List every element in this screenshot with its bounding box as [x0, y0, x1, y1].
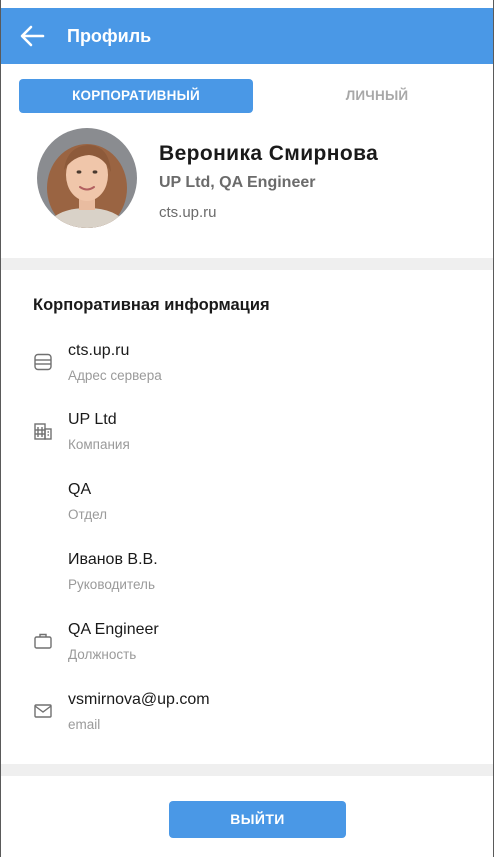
server-icon	[33, 352, 53, 372]
server-label: Адрес сервера	[68, 368, 162, 383]
profile-screen: Профиль КОРПОРАТИВНЫЙ ЛИЧНЫЙ Вероника См…	[0, 0, 494, 857]
position-label: Должность	[68, 647, 137, 662]
avatar	[37, 128, 137, 228]
profile-tabs: КОРПОРАТИВНЫЙ ЛИЧНЫЙ	[1, 64, 493, 124]
tab-personal[interactable]: ЛИЧНЫЙ	[277, 79, 477, 113]
field-server: cts.up.ru Адрес сервера	[1, 342, 493, 402]
arrow-left-icon[interactable]	[19, 24, 45, 48]
app-bar: Профиль	[1, 8, 493, 64]
profile-server: cts.up.ru	[159, 204, 217, 221]
email-label: email	[68, 717, 101, 732]
field-company: UP Ltd Компания	[1, 411, 493, 471]
divider	[1, 764, 493, 776]
tab-corporate[interactable]: КОРПОРАТИВНЫЙ	[19, 79, 253, 113]
briefcase-icon	[33, 631, 53, 651]
mail-icon	[33, 701, 53, 721]
section-title: Корпоративная информация	[33, 296, 270, 314]
logout-button[interactable]: ВЫЙТИ	[169, 801, 346, 838]
field-department: QA Отдел	[1, 481, 493, 541]
company-label: Компания	[68, 437, 130, 452]
profile-job: UP Ltd, QA Engineer	[159, 174, 316, 191]
server-value: cts.up.ru	[68, 342, 130, 359]
email-value[interactable]: vsmirnova@up.com	[68, 691, 210, 709]
department-label: Отдел	[68, 507, 108, 522]
position-value: QA Engineer	[68, 621, 159, 638]
page-title: Профиль	[67, 26, 152, 46]
field-manager: Иванов В.В. Руководитель	[1, 551, 493, 611]
manager-value: Иванов В.В.	[68, 551, 158, 568]
manager-label: Руководитель	[68, 577, 155, 592]
profile-name: Вероника Смирнова	[159, 142, 379, 165]
divider	[1, 258, 493, 270]
building-icon	[33, 421, 53, 441]
field-email: vsmirnova@up.com email	[1, 691, 493, 751]
department-value: QA	[68, 481, 92, 498]
company-value: UP Ltd	[68, 411, 117, 428]
field-position: QA Engineer Должность	[1, 621, 493, 681]
